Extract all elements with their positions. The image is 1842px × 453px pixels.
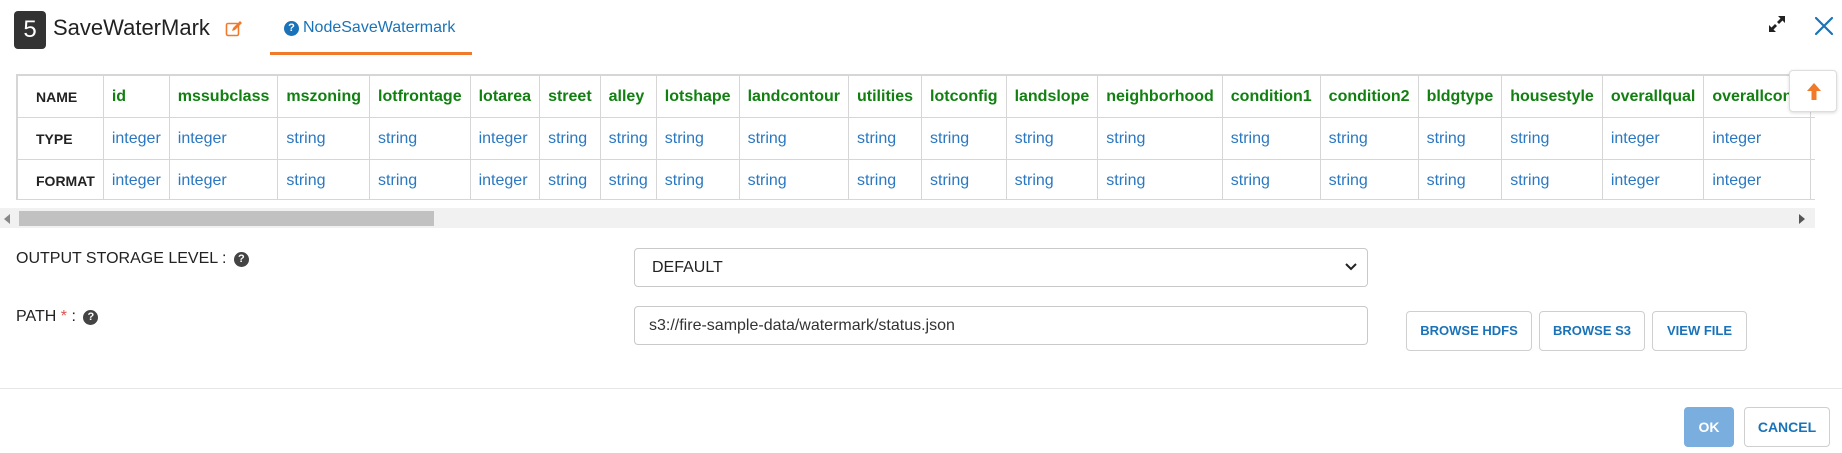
column-format: string — [847, 159, 923, 199]
column-name: lotfrontage — [369, 75, 471, 118]
column-format: string — [1417, 159, 1503, 199]
view-file-button[interactable]: VIEW FILE — [1652, 311, 1747, 351]
row-header: TYPE — [17, 117, 104, 160]
node-title: SaveWaterMark — [53, 15, 210, 40]
column-format: integer — [1703, 159, 1812, 199]
column-name: housestyle — [1501, 75, 1603, 118]
column-format: string — [738, 159, 850, 199]
required-mark: * — [60, 308, 67, 325]
help-icon[interactable]: ? — [83, 310, 99, 325]
column-format: integer — [1810, 159, 1815, 199]
column-type: string — [738, 117, 850, 160]
column-name: landslope — [1005, 75, 1099, 118]
column-name: lotarea — [469, 75, 541, 118]
row-header: NAME — [17, 75, 104, 118]
column-type: string — [1221, 117, 1321, 160]
column-type: string — [847, 117, 923, 160]
scroll-right-arrow-icon[interactable] — [1799, 214, 1805, 224]
column-type: integer — [168, 117, 279, 160]
column-type: string — [599, 117, 657, 160]
cancel-button[interactable]: CANCEL — [1744, 407, 1830, 447]
question-circle-icon: ? — [284, 21, 299, 36]
selected-value: DEFAULT — [652, 259, 723, 276]
horizontal-scrollbar[interactable] — [0, 208, 1815, 228]
column-name: overallqual — [1601, 75, 1705, 118]
column-name: condition1 — [1221, 75, 1321, 118]
column-format: string — [1005, 159, 1099, 199]
node-number-badge: 5 — [14, 11, 46, 49]
column-type: string — [1319, 117, 1419, 160]
column-type: string — [1501, 117, 1603, 160]
column-type: string — [921, 117, 1007, 160]
schema-row-type: TYPE integer integer string string integer str… — [17, 117, 1815, 160]
close-icon[interactable] — [1814, 16, 1834, 36]
dialog-header: 5 SaveWaterMark ? NodeSaveWatermark — [0, 0, 1842, 62]
chevron-down-icon — [1345, 263, 1357, 271]
column-format: string — [1097, 159, 1223, 199]
edit-icon[interactable] — [225, 20, 243, 38]
tab-node-save-watermark[interactable]: ? NodeSaveWatermark — [270, 0, 472, 55]
column-format: integer — [102, 159, 170, 199]
column-name: condition2 — [1319, 75, 1419, 118]
column-format: integer — [1601, 159, 1705, 199]
expand-icon[interactable] — [1768, 15, 1786, 33]
column-name: mszoning — [277, 75, 371, 118]
row-header: FORMAT — [17, 159, 104, 199]
column-format: integer — [469, 159, 541, 199]
column-type: integer — [1810, 117, 1815, 160]
column-format: string — [1501, 159, 1603, 199]
ok-button[interactable]: OK — [1684, 407, 1734, 447]
column-name: landcontour — [738, 75, 850, 118]
column-format: string — [921, 159, 1007, 199]
column-name: neighborhood — [1097, 75, 1223, 118]
column-type: string — [369, 117, 471, 160]
column-name: id — [102, 75, 170, 118]
column-name: street — [539, 75, 601, 118]
column-name: bldgtype — [1417, 75, 1503, 118]
path-label: PATH * : ? — [16, 308, 99, 326]
scroll-left-arrow-icon[interactable] — [4, 214, 10, 224]
column-type: string — [539, 117, 601, 160]
column-format: string — [539, 159, 601, 199]
column-format: string — [277, 159, 371, 199]
column-name: alley — [599, 75, 657, 118]
scrollbar-thumb[interactable] — [19, 211, 434, 226]
column-type: integer — [1601, 117, 1705, 160]
column-format: string — [1319, 159, 1419, 199]
column-format: string — [369, 159, 471, 199]
column-format: string — [599, 159, 657, 199]
scroll-to-top-button[interactable] — [1789, 70, 1837, 112]
tab-label: NodeSaveWatermark — [303, 19, 456, 36]
schema-row-format: FORMAT integer integer string string integer s… — [17, 159, 1815, 199]
column-format: string — [655, 159, 740, 199]
column-type: integer — [469, 117, 541, 160]
column-type: string — [277, 117, 371, 160]
column-format: integer — [168, 159, 279, 199]
column-format: string — [1221, 159, 1321, 199]
column-type: string — [1097, 117, 1223, 160]
column-type: string — [1417, 117, 1503, 160]
arrow-up-icon — [1807, 83, 1821, 100]
path-input[interactable] — [634, 306, 1368, 345]
column-name: mssubclass — [168, 75, 279, 118]
browse-hdfs-button[interactable]: BROWSE HDFS — [1406, 311, 1532, 351]
output-storage-level-label: OUTPUT STORAGE LEVEL : ? — [16, 250, 249, 268]
column-name: lotconfig — [921, 75, 1007, 118]
column-name: utilities — [847, 75, 923, 118]
column-type: integer — [102, 117, 170, 160]
browse-s3-button[interactable]: BROWSE S3 — [1539, 311, 1645, 351]
footer-divider — [0, 388, 1842, 389]
schema-row-name: NAME id mssubclass mszoning lotfrontage lotar… — [17, 75, 1815, 118]
help-icon[interactable]: ? — [233, 252, 249, 267]
column-type: string — [655, 117, 740, 160]
schema-table: NAME id mssubclass mszoning lotfrontage lotar… — [16, 74, 1815, 200]
column-name: lotshape — [655, 75, 740, 118]
column-type: string — [1005, 117, 1099, 160]
output-storage-level-select[interactable]: DEFAULT — [634, 248, 1368, 287]
column-type: integer — [1703, 117, 1812, 160]
